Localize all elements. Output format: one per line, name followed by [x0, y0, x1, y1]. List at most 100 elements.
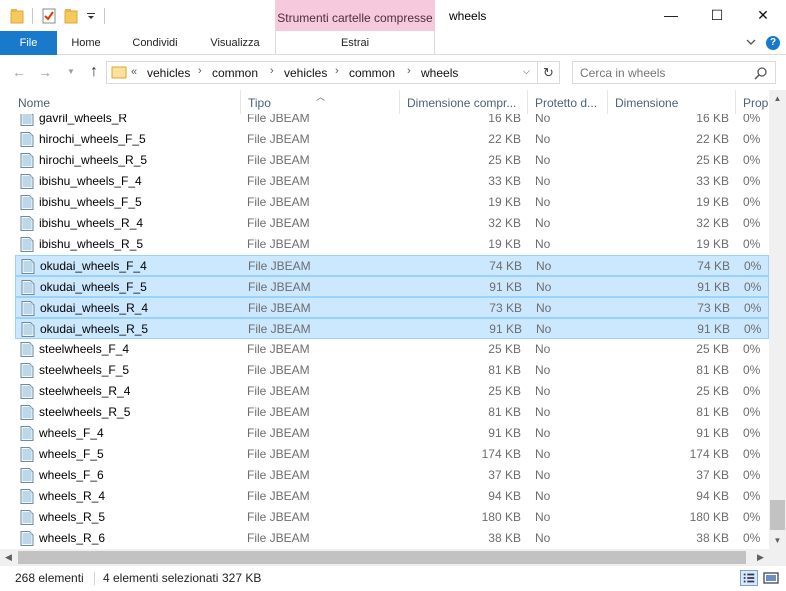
properties-icon[interactable]	[42, 8, 56, 24]
jbeam-file-icon	[20, 132, 34, 147]
jbeam-file-icon	[21, 280, 35, 295]
vertical-scrollbar[interactable]: ▲ ▼	[769, 90, 786, 549]
close-button[interactable]: ✕	[740, 0, 786, 31]
window-title: wheels	[449, 9, 487, 23]
file-type: File JBEAM	[247, 153, 310, 167]
file-row[interactable]: steelwheels_F_5 File JBEAM 81 KB No 81 KB 0%	[15, 360, 769, 381]
column-header-size[interactable]: Dimensione	[608, 90, 736, 114]
maximize-button[interactable]: ☐	[694, 0, 740, 31]
search-box[interactable]	[572, 61, 776, 84]
overflow-chevron-icon[interactable]: «	[131, 66, 137, 78]
file-ratio: 0%	[743, 174, 761, 188]
column-header-compressed-size[interactable]: Dimensione compr...	[400, 90, 528, 114]
file-row[interactable]: ibishu_wheels_R_4 File JBEAM 32 KB No 32 KB 0…	[15, 213, 769, 234]
scroll-right-icon[interactable]: ▶	[752, 549, 769, 566]
file-row[interactable]: wheels_R_4 File JBEAM 94 KB No 94 KB 0%	[15, 486, 769, 507]
tab-extract[interactable]: Estrai	[275, 31, 435, 55]
chevron-right-icon[interactable]: ›	[407, 65, 411, 77]
file-row[interactable]: ibishu_wheels_R_5 File JBEAM 19 KB No 19 KB 0…	[15, 234, 769, 255]
file-row[interactable]: hirochi_wheels_F_5 File JBEAM 22 KB No 22 KB…	[15, 129, 769, 150]
file-row[interactable]: okudai_wheels_R_4 File JBEAM 73 KB No 73 KB 0…	[15, 297, 769, 318]
scroll-up-icon[interactable]: ▲	[769, 90, 786, 107]
scrollbar-thumb[interactable]	[770, 500, 785, 530]
file-protected: No	[535, 447, 551, 461]
file-row[interactable]: ibishu_wheels_F_4 File JBEAM 33 KB No 33 KB 0…	[15, 171, 769, 192]
breadcrumb-item[interactable]: common	[212, 66, 258, 80]
file-name: wheels_R_5	[39, 510, 106, 524]
recent-locations-icon[interactable]: ▼	[62, 63, 80, 81]
file-size: 73 KB	[697, 301, 730, 315]
breadcrumb-item[interactable]: common	[349, 66, 395, 80]
selected-size: 327 KB	[222, 571, 262, 585]
file-row[interactable]: okudai_wheels_F_4 File JBEAM 74 KB No 74 KB 0…	[15, 255, 769, 276]
file-row[interactable]: okudai_wheels_R_5 File JBEAM 91 KB No 91 KB 0…	[15, 318, 769, 339]
file-name: ibishu_wheels_F_4	[39, 174, 142, 188]
file-ratio: 0%	[743, 153, 761, 167]
column-header-protected[interactable]: Protetto d...	[528, 90, 608, 114]
file-compressed-size: 25 KB	[488, 384, 521, 398]
scroll-left-icon[interactable]: ◀	[0, 549, 17, 566]
address-bar[interactable]: « vehicles › common › vehicles › common …	[106, 61, 538, 84]
file-row[interactable]: steelwheels_F_4 File JBEAM 25 KB No 25 KB 0%	[15, 339, 769, 360]
file-protected: No	[535, 510, 551, 524]
tab-home[interactable]: Home	[57, 31, 115, 55]
breadcrumb-item[interactable]: vehicles	[147, 66, 190, 80]
file-name: okudai_wheels_R_5	[40, 322, 149, 336]
up-arrow-icon[interactable]: ↑	[85, 63, 103, 81]
file-name: steelwheels_R_5	[39, 405, 131, 419]
file-type: File JBEAM	[247, 195, 310, 209]
file-row[interactable]: ibishu_wheels_F_5 File JBEAM 19 KB No 19 KB 0…	[15, 192, 769, 213]
details-view-icon[interactable]	[740, 570, 758, 586]
folder-icon[interactable]	[10, 8, 24, 24]
search-input[interactable]	[573, 62, 753, 83]
file-row[interactable]: wheels_R_6 File JBEAM 38 KB No 38 KB 0%	[15, 528, 769, 549]
scroll-down-icon[interactable]: ▼	[769, 532, 786, 549]
file-row[interactable]: okudai_wheels_F_5 File JBEAM 91 KB No 91 KB 0…	[15, 276, 769, 297]
refresh-icon[interactable]: ↻	[538, 61, 560, 84]
file-row[interactable]: wheels_F_5 File JBEAM 174 KB No 174 KB 0%	[15, 444, 769, 465]
back-arrow-icon[interactable]: ←	[10, 63, 28, 81]
file-type: File JBEAM	[247, 426, 310, 440]
file-ratio: 0%	[743, 426, 761, 440]
expand-ribbon-icon[interactable]	[744, 35, 758, 49]
file-name: ibishu_wheels_R_5	[39, 237, 144, 251]
file-protected: No	[536, 322, 552, 336]
chevron-down-icon[interactable]: ⌵	[523, 66, 530, 77]
chevron-right-icon[interactable]: ›	[270, 65, 274, 77]
scrollbar-thumb[interactable]	[18, 551, 746, 564]
column-header-name[interactable]: Nome	[11, 90, 241, 114]
tab-file[interactable]: File	[0, 31, 57, 55]
file-row[interactable]: steelwheels_R_4 File JBEAM 25 KB No 25 KB 0%	[15, 381, 769, 402]
file-row[interactable]: wheels_R_5 File JBEAM 180 KB No 180 KB 0%	[15, 507, 769, 528]
large-icons-view-icon[interactable]	[762, 570, 780, 586]
file-protected: No	[535, 153, 551, 167]
chevron-right-icon[interactable]: ›	[335, 65, 339, 77]
file-ratio: 0%	[743, 237, 761, 251]
tab-view[interactable]: Visualizza	[195, 31, 275, 55]
minimize-button[interactable]: —	[648, 0, 694, 31]
new-folder-icon[interactable]	[64, 8, 78, 24]
customize-dropdown-icon[interactable]	[86, 10, 96, 22]
file-size: 16 KB	[696, 114, 729, 125]
chevron-right-icon[interactable]: ›	[198, 65, 202, 77]
file-type: File JBEAM	[247, 363, 310, 377]
column-header-row: Nome Tipo Dimensione compr... Protetto d…	[0, 90, 769, 114]
column-header-ratio[interactable]: Prop	[736, 90, 769, 114]
breadcrumb-item[interactable]: vehicles	[284, 66, 327, 80]
jbeam-file-icon	[20, 114, 34, 126]
file-size: 19 KB	[696, 237, 729, 251]
file-row[interactable]: wheels_F_6 File JBEAM 37 KB No 37 KB 0%	[15, 465, 769, 486]
file-row[interactable]: wheels_F_4 File JBEAM 91 KB No 91 KB 0%	[15, 423, 769, 444]
file-row[interactable]: hirochi_wheels_R_5 File JBEAM 25 KB No 25 KB…	[15, 150, 769, 171]
help-icon[interactable]: ?	[766, 36, 780, 50]
file-row[interactable]: gavril_wheels_R File JBEAM 16 KB No 16 KB 0%	[15, 114, 769, 129]
search-icon[interactable]	[754, 66, 768, 80]
forward-arrow-icon[interactable]: →	[36, 63, 54, 81]
horizontal-scrollbar[interactable]: ◀ ▶	[0, 549, 769, 566]
file-ratio: 0%	[743, 468, 761, 482]
breadcrumb-item[interactable]: wheels	[421, 66, 458, 80]
file-name: gavril_wheels_R	[39, 114, 128, 125]
tab-share[interactable]: Condividi	[115, 31, 195, 55]
file-row[interactable]: steelwheels_R_5 File JBEAM 81 KB No 81 KB 0%	[15, 402, 769, 423]
file-size: 22 KB	[696, 132, 729, 146]
